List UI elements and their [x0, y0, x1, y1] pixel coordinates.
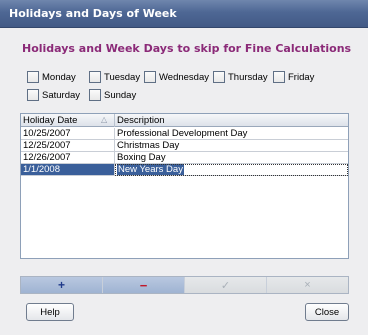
table-row[interactable]: 12/26/2007 Boxing Day	[21, 152, 348, 164]
delete-record-button[interactable]: −	[103, 277, 185, 293]
checkbox-label: Wednesday	[159, 71, 209, 83]
table-row[interactable]: 10/25/2007 Professional Development Day	[21, 128, 348, 140]
cell-holiday-date[interactable]: 12/26/2007	[21, 152, 115, 164]
column-header-description[interactable]: Description	[115, 114, 348, 127]
section-heading: Holidays and Week Days to skip for Fine …	[22, 42, 352, 55]
checkbox-wednesday[interactable]: Wednesday	[144, 70, 209, 84]
cancel-edit-button[interactable]: ×	[267, 277, 348, 293]
cell-description[interactable]: Christmas Day	[115, 140, 348, 152]
cell-holiday-date[interactable]: 1/1/2008	[21, 164, 115, 176]
grid-header: Holiday Date △ Description	[21, 114, 348, 127]
checkbox-box[interactable]	[27, 89, 39, 101]
window-title: Holidays and Days of Week	[9, 7, 177, 20]
column-header-label: Holiday Date	[23, 115, 78, 126]
cell-holiday-date[interactable]: 10/25/2007	[21, 128, 115, 140]
checkbox-box[interactable]	[27, 71, 39, 83]
checkbox-label: Friday	[288, 71, 315, 83]
checkbox-label: Sunday	[104, 89, 137, 101]
checkmark-icon: ✓	[220, 279, 231, 292]
checkbox-label: Monday	[42, 71, 76, 83]
checkbox-box[interactable]	[213, 71, 225, 83]
cell-description[interactable]: Professional Development Day	[115, 128, 348, 140]
checkbox-box[interactable]	[273, 71, 285, 83]
checkbox-label: Thursday	[228, 71, 268, 83]
checkbox-label: Saturday	[42, 89, 81, 101]
checkbox-box[interactable]	[89, 89, 101, 101]
title-bar[interactable]: Holidays and Days of Week	[0, 0, 368, 28]
cross-icon: ×	[304, 279, 311, 291]
cell-description[interactable]: Boxing Day	[115, 152, 348, 164]
help-button[interactable]: Help	[26, 303, 74, 321]
add-record-button[interactable]: +	[21, 277, 103, 293]
checkbox-sunday[interactable]: Sunday	[89, 88, 136, 102]
checkbox-tuesday[interactable]: Tuesday	[89, 70, 140, 84]
close-button[interactable]: Close	[305, 303, 349, 321]
column-header-holiday-date[interactable]: Holiday Date △	[21, 114, 115, 127]
checkbox-box[interactable]	[89, 71, 101, 83]
table-row[interactable]: 12/25/2007 Christmas Day	[21, 140, 348, 152]
checkbox-friday[interactable]: Friday	[273, 70, 314, 84]
sort-ascending-icon: △	[101, 115, 108, 124]
column-header-label: Description	[117, 115, 165, 126]
cell-description-editor[interactable]: New Years Day	[115, 164, 348, 176]
checkbox-thursday[interactable]: Thursday	[213, 70, 268, 84]
checkbox-monday[interactable]: Monday	[27, 70, 76, 84]
checkbox-box[interactable]	[144, 71, 156, 83]
table-row-selected[interactable]: 1/1/2008 New Years Day	[21, 164, 348, 176]
holidays-dialog: Holidays and Days of Week Holidays and W…	[0, 0, 368, 335]
checkbox-label: Tuesday	[104, 71, 141, 83]
cell-edit-text[interactable]: New Years Day	[117, 164, 184, 175]
checkbox-saturday[interactable]: Saturday	[27, 88, 80, 102]
minus-icon: −	[139, 277, 148, 293]
post-edit-button[interactable]: ✓	[185, 277, 267, 293]
grid-navigator: + − ✓ ×	[20, 276, 349, 294]
holidays-grid[interactable]: Holiday Date △ Description 10/25/2007 Pr…	[20, 113, 349, 259]
cell-holiday-date[interactable]: 12/25/2007	[21, 140, 115, 152]
plus-icon: +	[57, 278, 65, 292]
